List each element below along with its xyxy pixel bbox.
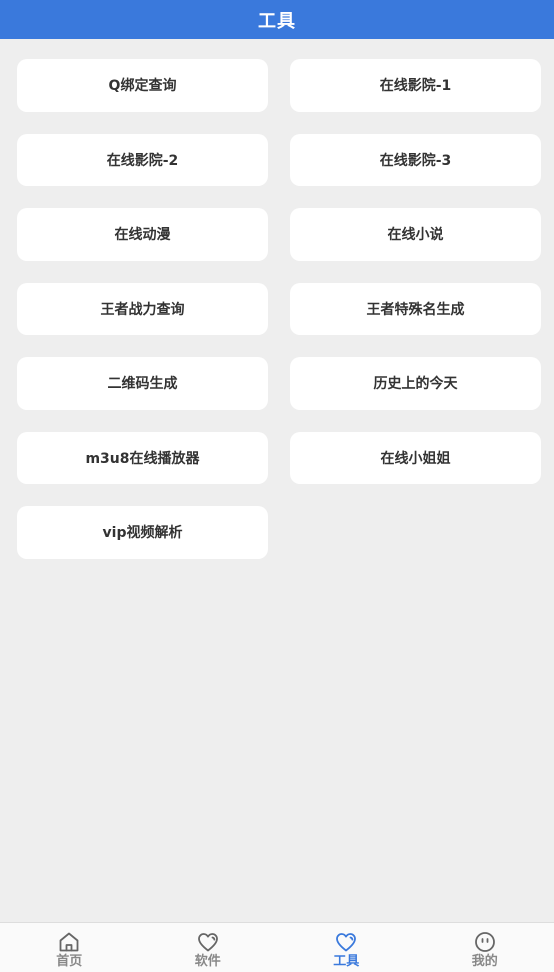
tool-button-honor-special-name[interactable]: 王者特殊名生成 (290, 282, 541, 335)
tool-button-q-bind-query[interactable]: Q绑定查询 (17, 59, 268, 112)
tool-button-honor-power-query[interactable]: 王者战力查询 (17, 282, 268, 335)
tab-software[interactable]: 软件 (139, 923, 278, 972)
tab-mine[interactable]: 我的 (416, 923, 554, 972)
tab-home-label: 首页 (56, 954, 83, 969)
app-header: 工具 (0, 0, 554, 39)
face-icon (473, 930, 497, 954)
tool-button-online-novel[interactable]: 在线小说 (290, 208, 541, 261)
tool-button-online-girls[interactable]: 在线小姐姐 (290, 431, 541, 484)
heart-icon (334, 930, 358, 954)
tab-tools-label: 工具 (333, 954, 360, 969)
tool-button-qrcode-generate[interactable]: 二维码生成 (17, 357, 268, 410)
tool-button-today-in-history[interactable]: 历史上的今天 (290, 357, 541, 410)
heart-icon (196, 930, 220, 954)
tool-grid: Q绑定查询 在线影院-1 在线影院-2 在线影院-3 在线动漫 在线小说 王者战… (17, 59, 541, 559)
tool-button-online-anime[interactable]: 在线动漫 (17, 208, 268, 261)
tool-button-m3u8-player[interactable]: m3u8在线播放器 (17, 431, 268, 484)
tab-software-label: 软件 (194, 954, 221, 969)
home-icon (57, 930, 81, 954)
tab-tools[interactable]: 工具 (277, 923, 416, 972)
tool-button-online-cinema-3[interactable]: 在线影院-3 (290, 133, 541, 186)
tab-mine-label: 我的 (471, 954, 498, 969)
tool-button-online-cinema-2[interactable]: 在线影院-2 (17, 133, 268, 186)
tool-button-vip-video-parse[interactable]: vip视频解析 (17, 506, 268, 559)
bottom-tab-bar: 首页 软件 工具 我的 (0, 922, 554, 972)
tool-button-online-cinema-1[interactable]: 在线影院-1 (290, 59, 541, 112)
page-title: 工具 (258, 10, 296, 32)
tab-home[interactable]: 首页 (0, 923, 139, 972)
